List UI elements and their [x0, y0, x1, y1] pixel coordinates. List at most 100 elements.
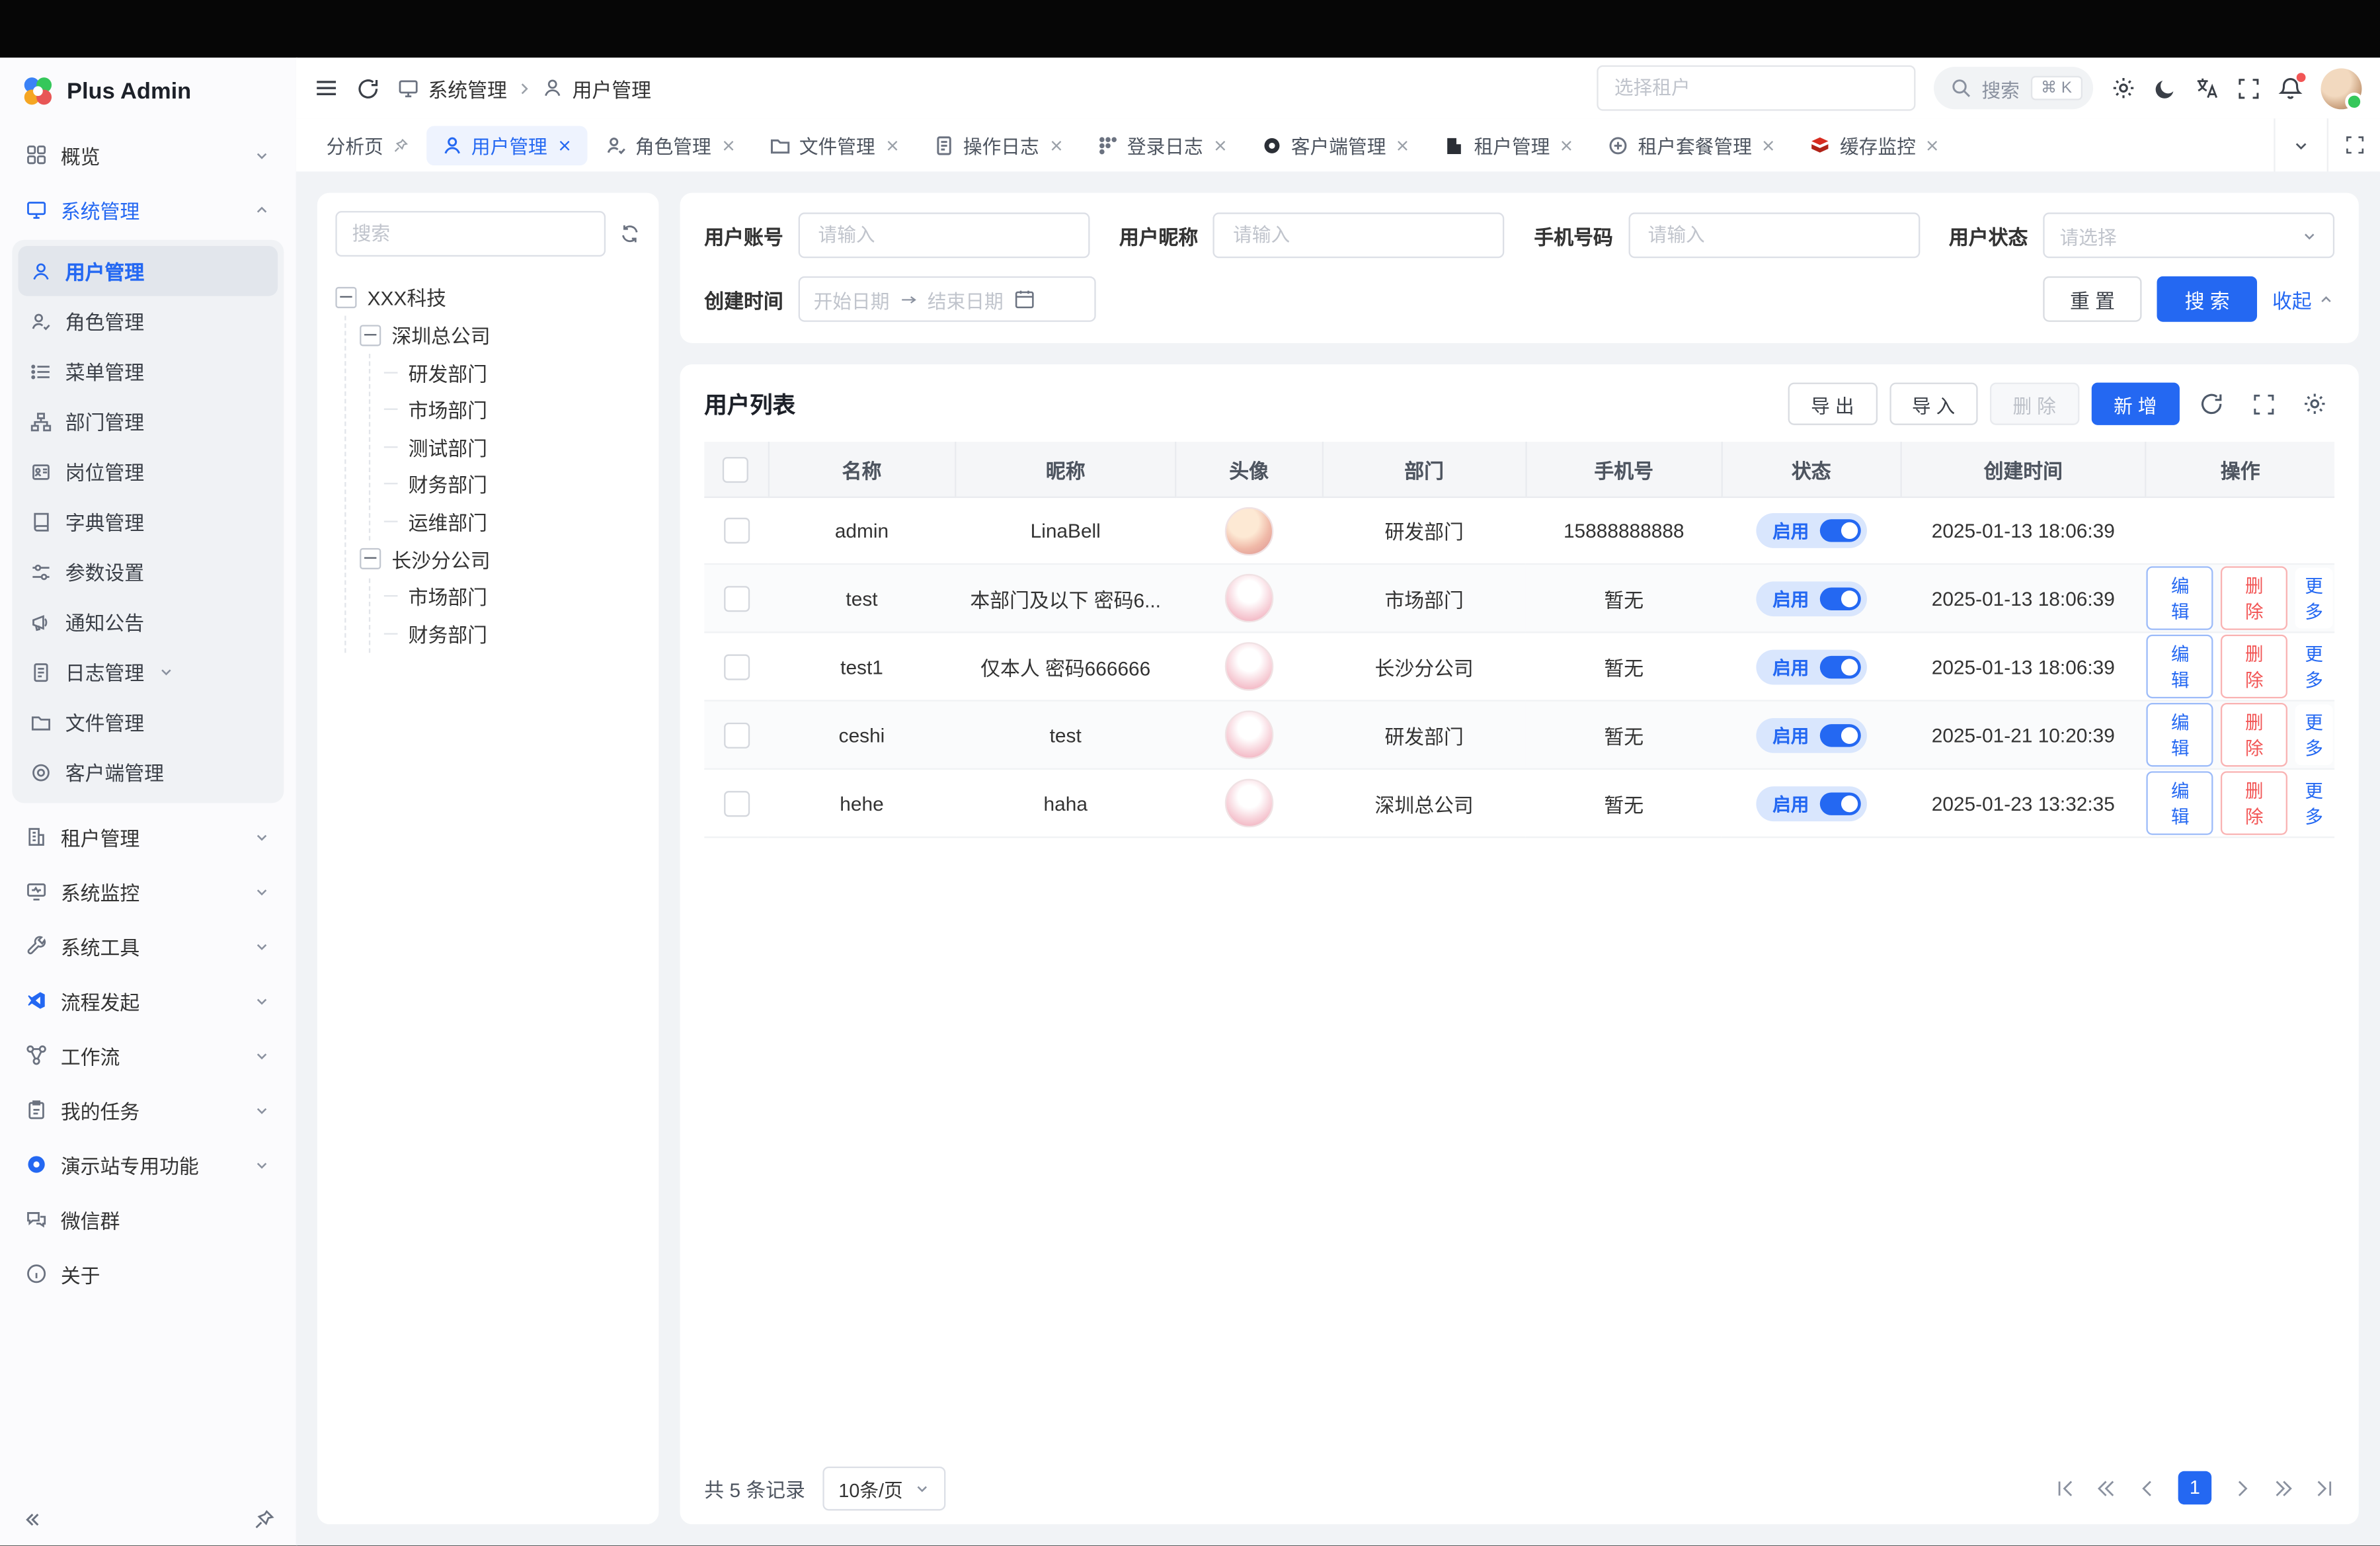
sidebar-item-department-management[interactable]: 部门管理: [19, 396, 278, 446]
close-tab-icon[interactable]: [1761, 138, 1776, 153]
more-button[interactable]: 更多: [2295, 568, 2333, 629]
status-toggle[interactable]: [1819, 587, 1860, 609]
nickname-field[interactable]: [1213, 212, 1505, 258]
sidebar-item-user-management[interactable]: 用户管理: [19, 246, 278, 296]
tree-search-input[interactable]: [349, 222, 592, 246]
sidebar-item-role-management[interactable]: 角色管理: [19, 296, 278, 346]
sidebar-item-notice-announcement[interactable]: 通知公告: [19, 596, 278, 647]
table-row[interactable]: test1 仅本人 密码666666 长沙分公司 暂无 启用 2025-01-1…: [704, 632, 2334, 700]
first-page-icon[interactable]: [2055, 1478, 2075, 1498]
sidebar-item-client-management[interactable]: 客户端管理: [19, 747, 278, 797]
reset-button[interactable]: 重 置: [2043, 276, 2143, 322]
pin-sidebar-icon[interactable]: [253, 1509, 274, 1530]
status-toggle[interactable]: [1819, 519, 1860, 542]
close-tab-icon[interactable]: [1049, 138, 1064, 153]
row-delete-button[interactable]: 删 除: [2221, 703, 2288, 766]
prev-pages-icon[interactable]: [2096, 1478, 2116, 1498]
row-checkbox[interactable]: [723, 790, 749, 816]
sidebar-item-log-management[interactable]: 日志管理: [19, 647, 278, 697]
sidebar-item-system-tools[interactable]: 系统工具: [12, 918, 284, 973]
tab-role-management[interactable]: 角色管理: [590, 125, 750, 165]
sidebar-item-file-management[interactable]: 文件管理: [19, 697, 278, 747]
account-input[interactable]: [815, 224, 1073, 248]
tree-leaf-department[interactable]: 财务部门: [384, 466, 641, 503]
collapse-toggle-icon[interactable]: [335, 286, 356, 307]
status-toggle[interactable]: [1819, 792, 1860, 814]
settings-gear-icon[interactable]: [2112, 76, 2136, 101]
sidebar-item-my-tasks[interactable]: 我的任务: [12, 1082, 284, 1137]
tab-client-management[interactable]: 客户端管理: [1246, 125, 1425, 165]
sidebar-item-system-management[interactable]: 系统管理: [12, 183, 284, 237]
fullscreen-icon[interactable]: [2237, 77, 2260, 99]
row-delete-button[interactable]: 删 除: [2221, 566, 2288, 630]
sidebar-item-workflow[interactable]: 工作流: [12, 1028, 284, 1082]
collapse-sidebar-icon[interactable]: [21, 1509, 42, 1530]
status-toggle[interactable]: [1819, 655, 1860, 678]
collapse-toggle-icon[interactable]: [360, 324, 381, 345]
edit-button[interactable]: 编 辑: [2147, 703, 2214, 766]
tree-node-branch[interactable]: 长沙分公司: [360, 540, 641, 577]
tab-file-management[interactable]: 文件管理: [754, 125, 914, 165]
sidebar-item-overview[interactable]: 概览: [12, 128, 284, 183]
table-row[interactable]: test 本部门及以下 密码6... 市场部门 暂无 启用 2025-01-13…: [704, 564, 2334, 632]
tab-user-management[interactable]: 用户管理: [426, 125, 586, 165]
tree-node-branch[interactable]: 深圳总公司: [360, 316, 641, 354]
collapse-filters-link[interactable]: 收起: [2272, 284, 2334, 313]
sidebar-item-parameter-settings[interactable]: 参数设置: [19, 547, 278, 597]
table-settings-gear-icon[interactable]: [2295, 384, 2334, 424]
date-range-picker[interactable]: 开始日期 结束日期: [799, 276, 1096, 322]
close-tab-icon[interactable]: [1212, 138, 1228, 153]
pin-tab-icon[interactable]: [393, 138, 408, 153]
export-button[interactable]: 导 出: [1788, 383, 1877, 425]
notifications-bell-icon[interactable]: [2278, 76, 2303, 101]
sidebar-item-system-monitor[interactable]: 系统监控: [12, 864, 284, 918]
delete-button[interactable]: 删 除: [1990, 383, 2079, 425]
current-page-button[interactable]: 1: [2178, 1471, 2212, 1505]
next-pages-icon[interactable]: [2274, 1478, 2293, 1498]
tree-leaf-department[interactable]: 财务部门: [384, 615, 641, 652]
tenant-select-input[interactable]: [1611, 76, 1899, 101]
breadcrumb-item[interactable]: 用户管理: [573, 73, 651, 102]
more-button[interactable]: 更多: [2295, 636, 2333, 697]
global-search[interactable]: 搜索 ⌘ K: [1933, 67, 2093, 109]
last-page-icon[interactable]: [2315, 1478, 2334, 1498]
tab-tenant-package-management[interactable]: 租户套餐管理: [1593, 125, 1792, 165]
add-button[interactable]: 新 增: [2091, 383, 2180, 425]
tab-login-log[interactable]: 登录日志: [1082, 125, 1242, 165]
tree-leaf-department[interactable]: 市场部门: [384, 578, 641, 615]
tree-leaf-department[interactable]: 研发部门: [384, 354, 641, 391]
table-fullscreen-icon[interactable]: [2243, 384, 2283, 424]
row-checkbox[interactable]: [723, 518, 749, 544]
sidebar-item-position-management[interactable]: 岗位管理: [19, 446, 278, 497]
status-select[interactable]: 请选择: [2043, 212, 2334, 258]
close-tab-icon[interactable]: [885, 138, 900, 153]
sidebar-item-demo-features[interactable]: 演示站专用功能: [12, 1137, 284, 1192]
nickname-input[interactable]: [1230, 224, 1488, 248]
sidebar-item-tenant-management[interactable]: 租户管理: [12, 809, 284, 864]
sidebar-item-wechat-group[interactable]: 微信群: [12, 1192, 284, 1246]
breadcrumb-item[interactable]: 系统管理: [428, 73, 506, 102]
sidebar-item-dictionary-management[interactable]: 字典管理: [19, 497, 278, 547]
close-tab-icon[interactable]: [1925, 138, 1940, 153]
import-button[interactable]: 导 入: [1889, 383, 1977, 425]
phone-input[interactable]: [1645, 224, 1903, 248]
status-toggle[interactable]: [1819, 723, 1860, 746]
hamburger-menu-icon[interactable]: [314, 76, 338, 101]
tab-list-dropdown-icon[interactable]: [2274, 118, 2326, 171]
close-tab-icon[interactable]: [1559, 138, 1574, 153]
edit-button[interactable]: 编 辑: [2147, 635, 2214, 698]
app-logo-row[interactable]: Plus Admin: [0, 58, 296, 124]
refresh-page-icon[interactable]: [357, 77, 379, 99]
prev-page-icon[interactable]: [2137, 1478, 2157, 1498]
edit-button[interactable]: 编 辑: [2147, 566, 2214, 630]
tree-search-box[interactable]: [335, 211, 606, 257]
language-translate-icon[interactable]: [2195, 76, 2219, 101]
row-delete-button[interactable]: 删 除: [2221, 771, 2288, 834]
row-checkbox[interactable]: [723, 653, 749, 679]
next-page-icon[interactable]: [2233, 1478, 2252, 1498]
tree-refresh-icon[interactable]: [619, 224, 641, 245]
tree-node-company[interactable]: XXX科技: [335, 278, 640, 315]
row-checkbox[interactable]: [723, 722, 749, 748]
edit-button[interactable]: 编 辑: [2147, 771, 2214, 834]
table-row[interactable]: ceshi test 研发部门 暂无 启用 2025-01-21 10:20:3…: [704, 701, 2334, 769]
